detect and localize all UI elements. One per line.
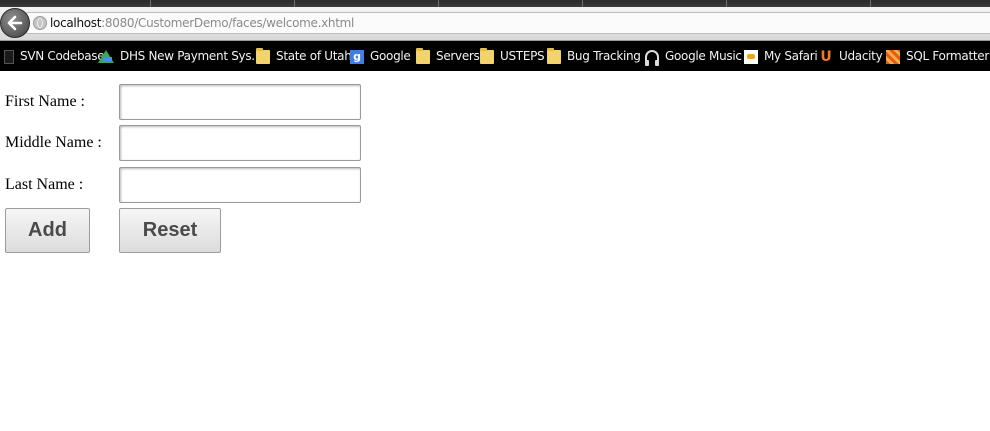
tab-strip: [0, 0, 990, 7]
google-icon: g: [350, 49, 364, 64]
middle-name-label: Middle Name :: [5, 134, 102, 151]
tab-separator: [150, 0, 151, 7]
back-arrow-icon: [7, 15, 23, 31]
bookmark-label: DHS New Payment Sys...: [120, 49, 262, 63]
folder-icon: [416, 47, 430, 64]
tab-separator: [582, 0, 583, 7]
bookmark-label: Google: [370, 49, 411, 63]
bookmark-svn-codebase[interactable]: SVN Codebase: [4, 49, 105, 64]
url-host: localhost: [50, 16, 102, 30]
tab-separator: [294, 0, 295, 7]
folder-icon: [480, 47, 494, 64]
middle-name-input[interactable]: [119, 125, 361, 161]
udacity-icon: U: [820, 48, 832, 65]
address-text[interactable]: localhost:8080/CustomerDemo/faces/welcom…: [50, 16, 354, 31]
google-drive-icon: [98, 50, 114, 63]
bookmark-label: Google Music: [665, 49, 742, 63]
blank-page-icon: [4, 49, 14, 64]
bookmark-servers[interactable]: Servers: [416, 47, 480, 64]
headphones-icon: [645, 49, 659, 66]
bookmark-label: Bug Tracking: [567, 49, 641, 63]
last-name-label: Last Name :: [5, 176, 84, 193]
add-button[interactable]: Add: [5, 208, 90, 253]
tab-separator: [726, 0, 727, 7]
bookmark-label: Udacity: [839, 49, 883, 63]
globe-icon: [33, 16, 47, 30]
bookmark-sql-formatter[interactable]: SQL Formatter: [886, 49, 989, 64]
navigation-toolbar: localhost:8080/CustomerDemo/faces/welcom…: [0, 7, 990, 41]
folder-icon: [547, 47, 561, 64]
bookmark-label: My Safari: [764, 49, 818, 63]
bookmark-my-safari[interactable]: My Safari: [744, 49, 818, 64]
bookmark-udacity[interactable]: U Udacity: [819, 49, 882, 64]
bookmark-usteps[interactable]: USTEPS: [480, 47, 545, 64]
last-name-input[interactable]: [119, 167, 361, 203]
folder-icon: [256, 47, 270, 64]
reset-button[interactable]: Reset: [119, 208, 221, 253]
bookmark-label: State of Utah: [276, 49, 352, 63]
first-name-label: First Name :: [5, 93, 85, 110]
bookmark-google-music[interactable]: Google Music: [645, 49, 742, 66]
url-path: :8080/CustomerDemo/faces/welcome.xhtml: [101, 16, 355, 30]
bookmark-label: SQL Formatter: [906, 49, 989, 63]
tab-separator: [870, 0, 871, 7]
bookmark-google[interactable]: g Google: [350, 49, 411, 64]
safari-books-icon: [744, 49, 758, 64]
bookmarks-bar: SVN Codebase DHS New Payment Sys... Stat…: [0, 41, 990, 71]
back-button[interactable]: [0, 8, 30, 38]
bookmark-label: USTEPS: [500, 49, 545, 63]
address-bar[interactable]: localhost:8080/CustomerDemo/faces/welcom…: [26, 12, 990, 34]
bookmark-state-of-utah[interactable]: State of Utah: [256, 47, 352, 64]
tab-separator: [438, 0, 439, 7]
bookmark-label: Servers: [436, 49, 480, 63]
sql-formatter-icon: [886, 49, 900, 64]
first-name-input[interactable]: [119, 84, 361, 120]
bookmark-label: SVN Codebase: [20, 49, 105, 63]
bookmark-bug-tracking[interactable]: Bug Tracking: [547, 47, 641, 64]
bookmark-dhs-new-payment[interactable]: DHS New Payment Sys...: [98, 49, 262, 64]
